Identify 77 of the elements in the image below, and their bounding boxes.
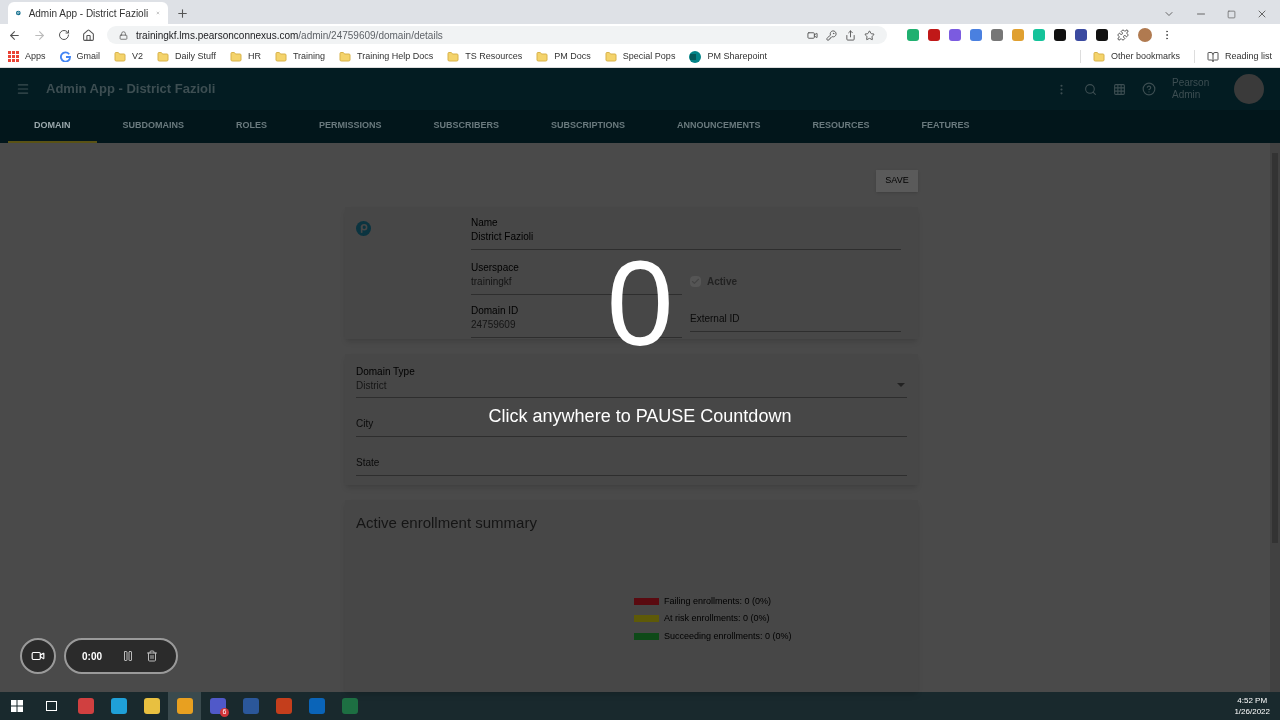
nav-tab[interactable]: PERMISSIONS <box>293 110 408 143</box>
browser-tab[interactable]: Admin App - District Fazioli <box>8 2 168 24</box>
taskbar-app-icon[interactable] <box>168 692 201 720</box>
field-label: Name <box>471 217 498 229</box>
back-icon[interactable] <box>8 28 21 42</box>
dropdown-arrow-icon <box>897 383 905 387</box>
nav-tab[interactable]: FEATURES <box>895 110 996 143</box>
address-bar[interactable]: trainingkf.lms.pearsonconnexus.com/admin/24759609/domain/details <box>107 26 887 44</box>
bookmark[interactable]: Other bookmarks <box>1079 49 1180 64</box>
field-label: Domain ID <box>471 305 519 317</box>
url: trainingkf.lms.pearsonconnexus.com/admin/24759609/domain/details <box>136 28 443 43</box>
extension-icon[interactable] <box>1096 29 1108 41</box>
field-label: Userspace <box>471 262 519 274</box>
book-icon <box>1206 50 1219 63</box>
extension-icon[interactable] <box>1054 29 1066 41</box>
new-tab-icon[interactable] <box>176 7 189 20</box>
share-icon[interactable] <box>845 29 856 41</box>
nav-tab[interactable]: RESOURCES <box>786 110 896 143</box>
folder-icon <box>229 50 242 63</box>
windows-start-icon[interactable] <box>11 700 23 712</box>
restore-icon[interactable] <box>1227 9 1236 19</box>
folder-icon <box>1092 50 1105 63</box>
nav-tab[interactable]: DOMAIN <box>8 110 97 143</box>
bookmark[interactable]: HR <box>229 49 261 64</box>
star-icon[interactable] <box>864 29 875 41</box>
profile-avatar[interactable] <box>1138 28 1152 42</box>
bookmark[interactable]: Training <box>274 49 326 64</box>
bookmark[interactable]: Special Pops <box>604 49 676 64</box>
folder-icon <box>157 50 170 63</box>
bookmark[interactable]: V2 <box>114 49 144 64</box>
folder-icon <box>447 50 460 63</box>
app-title: Admin App - District Fazioli <box>46 80 216 99</box>
nav-tab[interactable]: SUBDOMAINS <box>96 110 210 143</box>
lock-icon[interactable] <box>119 30 128 40</box>
bookmark[interactable]: Training Help Docs <box>339 49 434 64</box>
apps-grid-icon <box>8 51 19 62</box>
nav-tab[interactable]: ANNOUNCEMENTS <box>651 110 787 143</box>
search-icon[interactable] <box>1084 82 1097 96</box>
user-name: Pearson Admin <box>1172 77 1211 101</box>
bookmark[interactable]: Apps <box>8 49 46 64</box>
recording-time: 0:00 <box>82 649 102 664</box>
folder-icon <box>536 50 549 63</box>
camera-button[interactable] <box>20 638 56 674</box>
countdown-number: 0 <box>606 243 674 363</box>
apps-icon[interactable] <box>1113 82 1126 96</box>
bookmark[interactable]: Gmail <box>59 49 101 64</box>
extensions-icon[interactable] <box>1117 29 1129 41</box>
pearson-logo-icon <box>356 221 371 236</box>
bookmark[interactable]: TS Resources <box>447 49 523 64</box>
bookmark[interactable]: PM Docs <box>536 49 591 64</box>
reload-icon[interactable] <box>58 29 70 41</box>
close-window-icon[interactable] <box>1256 8 1268 20</box>
folder-icon <box>114 50 127 63</box>
delete-icon[interactable] <box>146 650 158 662</box>
nav-tab[interactable]: SUBSCRIBERS <box>407 110 526 143</box>
bookmark[interactable]: PM Sharepoint <box>689 49 767 64</box>
countdown-message[interactable]: Click anywhere to PAUSE Countdown <box>488 403 792 430</box>
clock[interactable]: 4:52 PM 1/26/2022 <box>1234 695 1280 717</box>
folder-icon <box>604 50 617 63</box>
google-icon <box>59 51 71 62</box>
home-icon[interactable] <box>82 28 95 42</box>
folder-icon <box>274 50 287 63</box>
key-icon[interactable] <box>826 29 837 41</box>
sharepoint-icon <box>689 50 702 63</box>
bookmark[interactable]: Daily Stuff <box>157 49 216 64</box>
tab-title: Admin App - District Fazioli <box>28 6 149 21</box>
extension-icon[interactable] <box>1075 29 1087 41</box>
nav-tab[interactable]: ROLES <box>210 110 294 143</box>
folder-icon <box>339 50 352 63</box>
camera-icon <box>31 649 45 663</box>
pause-icon[interactable] <box>122 650 134 662</box>
camera-icon[interactable] <box>807 29 818 41</box>
nav-tab[interactable]: SUBSCRIPTIONS <box>525 110 652 143</box>
field-label: Domain Type <box>356 365 415 378</box>
task-view-icon[interactable] <box>46 701 57 711</box>
help-icon[interactable] <box>1142 82 1156 96</box>
reading-list[interactable]: Reading list <box>1193 49 1272 64</box>
